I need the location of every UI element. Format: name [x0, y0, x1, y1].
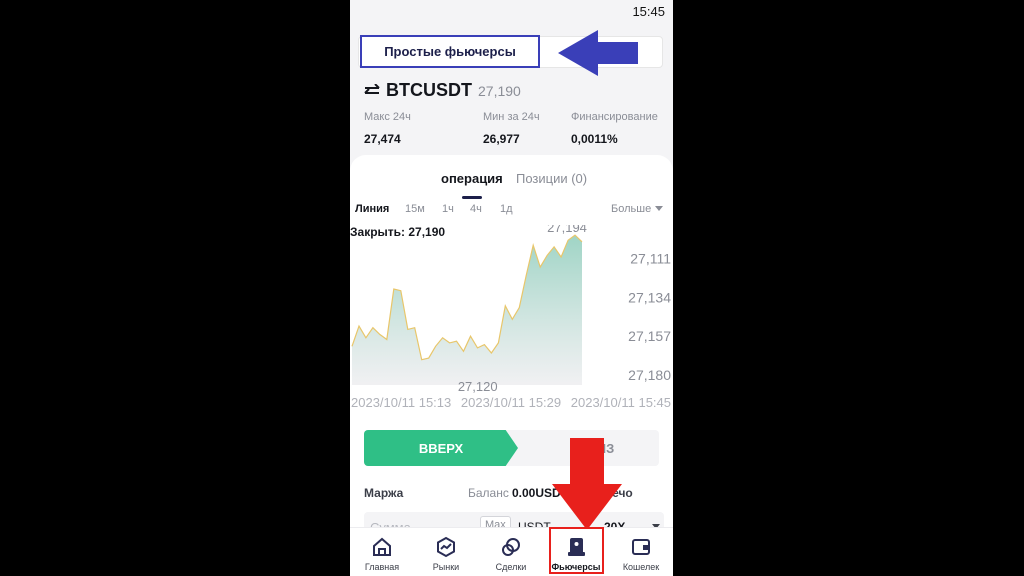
- balance-label: Баланс: [468, 486, 509, 500]
- tab-positions[interactable]: Позиции (0): [516, 171, 587, 186]
- blue-arrow-annotation: [558, 30, 638, 76]
- stat-low: Мин за 24ч 26,977: [483, 111, 540, 146]
- stat-funding-value: 0,0011%: [571, 132, 618, 146]
- long-button[interactable]: ВВЕРХ: [364, 430, 518, 466]
- nav-home[interactable]: Главная: [350, 528, 414, 576]
- tabs: операция Позиции (0): [350, 171, 673, 199]
- interval-15m[interactable]: 15м: [405, 203, 425, 215]
- nav-futures-highlight: [549, 527, 604, 574]
- stat-low-label: Мин за 24ч: [483, 111, 540, 123]
- tab-operation[interactable]: операция: [441, 171, 503, 186]
- pair-header[interactable]: BTCUSDT 27,190: [364, 80, 521, 100]
- stat-high: Макс 24ч 27,474: [364, 111, 411, 146]
- caret-down-icon: [655, 206, 664, 211]
- y-tick-label: 27,157: [628, 328, 671, 344]
- wallet-icon: [632, 539, 650, 555]
- interval-1h[interactable]: 1ч: [442, 203, 454, 215]
- home-icon: [373, 537, 391, 556]
- status-bar: 15:45: [350, 0, 673, 24]
- stat-low-value: 26,977: [483, 132, 520, 146]
- pair-price: 27,190: [478, 83, 521, 99]
- stat-funding: Финансирование 0,0011%: [571, 111, 658, 146]
- nav-markets-label: Рынки: [432, 562, 460, 572]
- margin-label: Маржа: [364, 486, 404, 500]
- stat-high-label: Макс 24ч: [364, 111, 411, 123]
- red-arrow-annotation: [552, 438, 622, 530]
- chart-min-label: 27,120: [458, 379, 498, 394]
- y-tick-label: 27,111: [630, 251, 671, 267]
- nav-wallet-label: Кошелек: [622, 562, 660, 572]
- interval-1d[interactable]: 1д: [500, 203, 513, 215]
- interval-line[interactable]: Линия: [355, 203, 389, 215]
- nav-trades-label: Сделки: [495, 562, 527, 572]
- x-tick-label: 2023/10/11 15:13: [351, 395, 451, 410]
- interval-selector: Линия 15м 1ч 4ч 1д Больше: [350, 203, 673, 219]
- tab-underline: [462, 196, 482, 199]
- x-tick-label: 2023/10/11 15:45: [571, 395, 671, 410]
- nav-home-label: Главная: [364, 562, 400, 572]
- y-tick-label: 27,134: [628, 289, 671, 305]
- price-chart[interactable]: 27,180 27,157 27,134 27,111 2023/10/11 15:13…: [350, 225, 673, 415]
- more-label: Больше: [611, 203, 652, 215]
- chart-max-label: 27,194: [547, 225, 587, 235]
- nav-wallet[interactable]: Кошелек: [609, 528, 673, 576]
- more-dropdown[interactable]: Больше: [611, 203, 664, 215]
- bottom-nav: Главная Рынки Сделки Фьючерсы Кошелек: [350, 527, 673, 576]
- nav-markets[interactable]: Рынки: [414, 528, 478, 576]
- y-tick-label: 27,180: [628, 367, 671, 383]
- phone-screen: 15:45 Простые фьючерсы BTCUSDT 27,190 Ма…: [350, 0, 673, 576]
- trades-icon: [502, 538, 520, 556]
- stat-high-value: 27,474: [364, 132, 401, 146]
- mode-simple-futures-tab[interactable]: Простые фьючерсы: [360, 35, 540, 68]
- x-tick-label: 2023/10/11 15:29: [461, 395, 561, 410]
- nav-trades[interactable]: Сделки: [479, 528, 543, 576]
- stat-funding-label: Финансирование: [571, 111, 658, 123]
- markets-icon: [437, 536, 455, 558]
- pair-name: BTCUSDT: [386, 80, 472, 100]
- stats-row: Макс 24ч 27,474 Мин за 24ч 26,977 Финанс…: [364, 111, 664, 147]
- interval-4h[interactable]: 4ч: [470, 203, 482, 215]
- trade-card: операция Позиции (0) Линия 15м 1ч 4ч 1д …: [350, 155, 673, 576]
- swap-icon[interactable]: [364, 84, 380, 96]
- chart-close-label: Закрыть: 27,190: [350, 225, 446, 239]
- price-area: [352, 235, 582, 385]
- status-time: 15:45: [632, 4, 665, 19]
